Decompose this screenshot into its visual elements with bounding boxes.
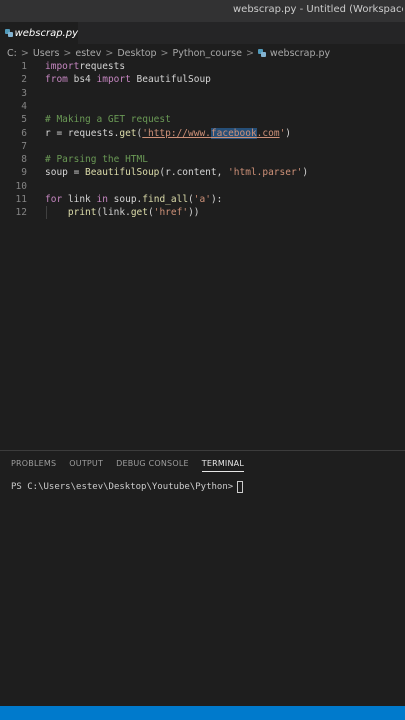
code-line[interactable]: 5 # Making a GET request <box>0 113 405 126</box>
code-line[interactable]: 4 <box>0 100 405 113</box>
title-bar: webscrap.py - Untitled (Workspace) <box>0 0 405 22</box>
code-token: find_all <box>142 194 189 205</box>
code-token: (link. <box>96 207 131 219</box>
code-token: get <box>130 207 148 219</box>
code-line[interactable]: 2 from bs4 import BeautifulSoup <box>0 73 405 86</box>
line-number: 1 <box>21 61 27 72</box>
line-number: 2 <box>21 74 27 86</box>
indent-guide <box>46 206 47 220</box>
terminal[interactable]: PS C:\Users\estev\Desktop\Youtube\Python… <box>11 481 244 493</box>
line-number: 8 <box>21 154 27 166</box>
code-line[interactable]: 12 print(link.get('href')) <box>0 206 405 220</box>
code-token: soup = <box>45 167 86 179</box>
code-text: from bs4 import BeautifulSoup <box>45 73 211 86</box>
code-token: import <box>96 74 131 86</box>
code-token: )) <box>188 207 200 219</box>
breadcrumb-desktop[interactable]: Desktop <box>117 48 156 59</box>
line-number: 6 <box>21 127 27 139</box>
line-number: 3 <box>21 87 27 99</box>
tab-terminal[interactable]: TERMINAL <box>201 459 245 472</box>
code-text: for link in soup.find_all('a'): <box>45 193 222 206</box>
panel-tabs: PROBLEMS OUTPUT DEBUG CONSOLE TERMINAL <box>11 459 257 472</box>
breadcrumb-separator: > <box>63 47 72 59</box>
code-token: for <box>45 194 63 205</box>
code-token: 'href' <box>153 207 189 219</box>
code-text: importrequests <box>45 60 125 73</box>
code-token: from <box>45 74 68 86</box>
line-number: 11 <box>15 194 27 205</box>
tab-label: webscrap.py <box>14 27 78 39</box>
code-token: ): <box>210 194 223 205</box>
code-line[interactable]: 10 <box>0 180 405 193</box>
editor-tab-bar: webscrap.py <box>0 22 405 44</box>
breadcrumb-python-course[interactable]: Python_course <box>173 48 242 59</box>
code-token: facebook <box>210 127 257 139</box>
code-token: .com <box>256 127 280 139</box>
line-number: 7 <box>21 140 27 152</box>
code-token: ) <box>302 167 309 179</box>
code-token: bs4 <box>67 74 97 86</box>
breadcrumb-separator: > <box>160 47 169 59</box>
code-token: get <box>119 127 137 139</box>
breadcrumb-users[interactable]: Users <box>33 48 60 59</box>
code-editor[interactable]: 1 importrequests 2 from bs4 import Beautifu… <box>0 60 405 450</box>
line-number: 5 <box>21 114 27 126</box>
bottom-panel: PROBLEMS OUTPUT DEBUG CONSOLE TERMINAL P… <box>0 450 405 706</box>
code-token: # Parsing the HTML <box>45 154 148 166</box>
breadcrumb-estev[interactable]: estev <box>75 48 101 59</box>
code-token: # Making a GET request <box>45 114 171 126</box>
code-token: (r.content, <box>159 167 229 179</box>
line-number: 12 <box>15 207 27 219</box>
breadcrumb-file[interactable]: webscrap.py <box>270 48 330 59</box>
terminal-cursor <box>237 481 244 493</box>
line-number: 4 <box>21 100 27 112</box>
python-file-icon <box>257 49 266 57</box>
code-line[interactable]: 6 r = requests.get('http://www.facebook.c… <box>0 127 405 140</box>
breadcrumb-separator: > <box>105 47 114 59</box>
status-bar <box>0 706 405 720</box>
code-token: BeautifulSoup <box>130 74 211 86</box>
code-token: 'http://www. <box>142 127 211 139</box>
code-token: link <box>62 194 97 205</box>
code-line[interactable]: 8 # Parsing the HTML <box>0 153 405 166</box>
code-line[interactable]: 1 importrequests <box>0 60 405 73</box>
code-text: print(link.get('href')) <box>45 206 200 219</box>
window-title: webscrap.py - Untitled (Workspace) <box>233 4 403 15</box>
code-text: r = requests.get('http://www.facebook.co… <box>45 127 291 140</box>
breadcrumb-separator: > <box>20 47 29 59</box>
code-token: print <box>67 207 97 219</box>
breadcrumb-drive[interactable]: C: <box>7 48 17 59</box>
code-token: soup. <box>107 194 143 205</box>
code-token: r = requests. <box>45 127 120 139</box>
code-text: # Parsing the HTML <box>45 153 148 166</box>
code-line[interactable]: 11 for link in soup.find_all('a'): <box>0 193 405 206</box>
code-token: import <box>45 61 80 72</box>
tab-problems[interactable]: PROBLEMS <box>11 459 56 472</box>
code-token: 'html.parser' <box>228 167 303 179</box>
tab-debug-console[interactable]: DEBUG CONSOLE <box>116 459 189 472</box>
breadcrumb-separator: > <box>245 47 254 59</box>
code-line[interactable]: 7 <box>0 140 405 153</box>
tab-output[interactable]: OUTPUT <box>69 459 103 472</box>
code-token: BeautifulSoup <box>85 167 160 179</box>
code-token: 'a' <box>193 194 211 205</box>
python-file-icon <box>5 29 13 37</box>
line-number: 9 <box>21 167 27 179</box>
code-token: requests <box>79 61 126 72</box>
code-line[interactable]: 3 <box>0 87 405 100</box>
code-token: ) <box>285 127 292 139</box>
code-line[interactable]: 9 soup = BeautifulSoup(r.content, 'html.p… <box>0 166 405 179</box>
code-text: # Making a GET request <box>45 113 171 126</box>
code-text: soup = BeautifulSoup(r.content, 'html.pa… <box>45 166 308 179</box>
tab-webscrap-py[interactable]: webscrap.py <box>0 22 78 44</box>
line-number: 10 <box>15 180 27 192</box>
code-token: in <box>96 194 108 205</box>
terminal-prompt: PS C:\Users\estev\Desktop\Youtube\Python… <box>11 482 234 492</box>
